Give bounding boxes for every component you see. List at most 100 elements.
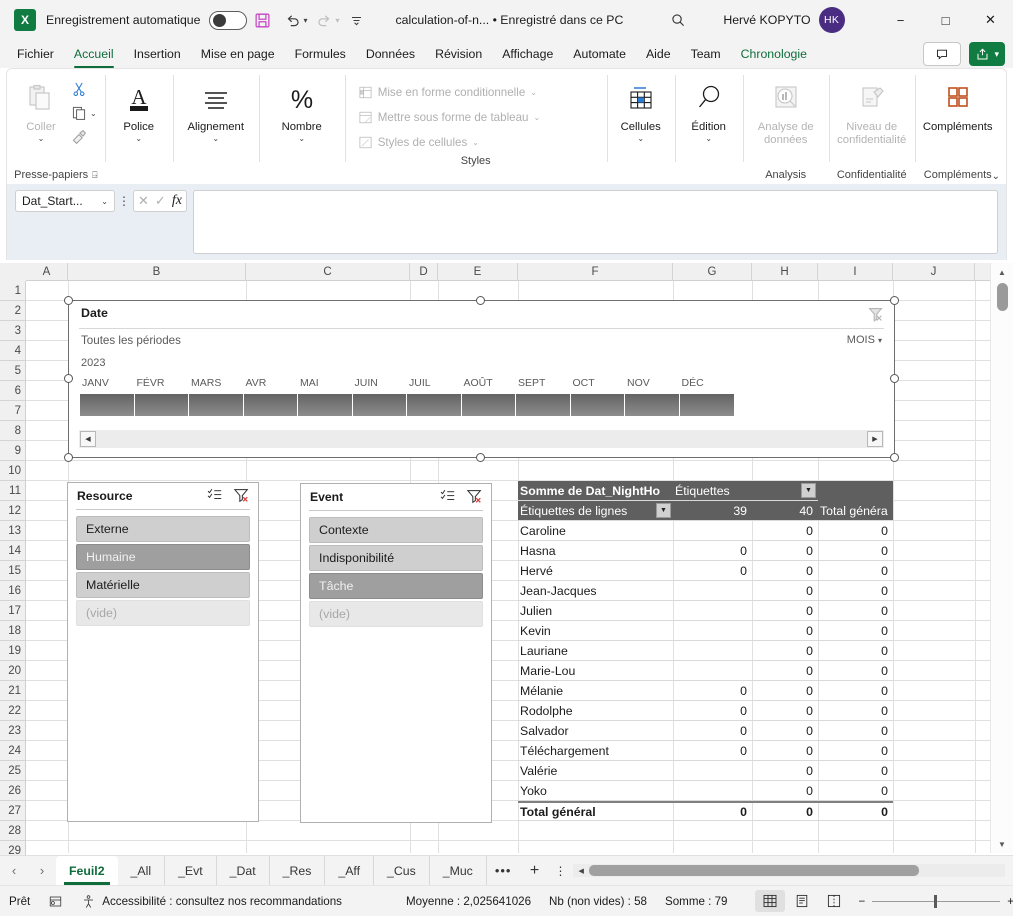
row-header-3[interactable]: 3 — [0, 321, 26, 341]
timeline-bar-août[interactable] — [461, 394, 516, 416]
resize-handle-w[interactable] — [64, 374, 73, 383]
tab-aide[interactable]: Aide — [637, 44, 680, 64]
tab-mise-en-page[interactable]: Mise en page — [192, 44, 284, 64]
column-header-F[interactable]: F — [518, 263, 673, 281]
cut-button[interactable] — [69, 77, 99, 101]
cells-dropdown-icon[interactable]: ⌄ — [637, 134, 644, 144]
copy-button[interactable]: ⌄ — [69, 101, 99, 125]
scroll-up-icon[interactable]: ▲ — [991, 263, 1013, 281]
sheet-tab-cus[interactable]: _Cus — [374, 855, 430, 886]
minimize-button[interactable]: − — [878, 0, 923, 40]
slicer-item-vide[interactable]: (vide) — [309, 601, 483, 627]
slicer-item-matérielle[interactable]: Matérielle — [76, 572, 250, 598]
clear-filter-icon[interactable] — [466, 489, 483, 509]
timeline-bar-avr[interactable] — [243, 394, 298, 416]
hscroll-thumb[interactable] — [589, 865, 920, 876]
row-header-4[interactable]: 4 — [0, 341, 26, 361]
pivot-row[interactable]: Hervé 0 0 0 — [518, 561, 893, 581]
row-header-11[interactable]: 11 — [0, 481, 26, 501]
pivot-table[interactable]: Somme de Dat_NightHo Étiquettes ▼ Étiquette… — [518, 481, 893, 821]
row-header-20[interactable]: 20 — [0, 661, 26, 681]
scroll-right-icon[interactable]: ▶ — [867, 431, 883, 447]
row-header-13[interactable]: 13 — [0, 521, 26, 541]
resize-handle-ne[interactable] — [890, 296, 899, 305]
slicer-item-contexte[interactable]: Contexte — [309, 517, 483, 543]
copy-dropdown-icon[interactable]: ⌄ — [90, 109, 97, 118]
row-header-12[interactable]: 12 — [0, 501, 26, 521]
row-header-28[interactable]: 28 — [0, 821, 26, 841]
record-macro-icon[interactable] — [39, 894, 72, 909]
pivot-row[interactable]: Hasna 0 0 0 — [518, 541, 893, 561]
timeline-bars[interactable] — [80, 394, 734, 416]
page-layout-view-icon[interactable] — [787, 890, 817, 912]
row-header-15[interactable]: 15 — [0, 561, 26, 581]
column-header-I[interactable]: I — [818, 263, 893, 281]
paste-button[interactable]: Coller ⌄ — [13, 73, 69, 167]
conditional-formatting-dropdown-icon[interactable]: ⌄ — [530, 88, 537, 97]
sheet-tab-evt[interactable]: _Evt — [165, 855, 217, 886]
row-header-17[interactable]: 17 — [0, 601, 26, 621]
normal-view-icon[interactable] — [754, 890, 785, 912]
timeline-bar-déc[interactable] — [679, 394, 734, 416]
formula-input[interactable] — [192, 190, 998, 254]
column-header-C[interactable]: C — [246, 263, 410, 281]
sheet-tab-dat[interactable]: _Dat — [217, 855, 270, 886]
pivot-row[interactable]: Marie-Lou 0 0 — [518, 661, 893, 681]
format-as-table-dropdown-icon[interactable]: ⌄ — [534, 113, 541, 122]
zoom-slider-thumb[interactable] — [934, 894, 938, 908]
next-sheet-icon[interactable]: › — [28, 856, 56, 886]
addins-button[interactable]: Compléments — [921, 73, 995, 167]
slicer-item-vide[interactable]: (vide) — [76, 600, 250, 626]
pivot-row[interactable]: Téléchargement 0 0 0 — [518, 741, 893, 761]
undo-dropdown-icon[interactable]: ▾ — [303, 16, 307, 25]
row-header-9[interactable]: 9 — [0, 441, 26, 461]
format-as-table-button[interactable]: Mettre sous forme de tableau ⌄ — [355, 106, 607, 128]
column-header-A[interactable]: A — [26, 263, 68, 281]
vertical-scrollbar[interactable]: ▲ ▼ — [990, 263, 1013, 853]
slicer-item-externe[interactable]: Externe — [76, 516, 250, 542]
multi-select-icon[interactable] — [207, 488, 223, 508]
timeline-bar-janv[interactable] — [80, 394, 135, 416]
paste-dropdown-icon[interactable]: ⌄ — [38, 134, 45, 144]
accessibility-status[interactable]: Accessibilité : consultez nos recommanda… — [72, 894, 351, 909]
sensitivity-button[interactable]: Niveau de confidentialité — [835, 73, 909, 167]
chevron-down-icon[interactable]: ⌄ — [101, 197, 108, 206]
clear-filter-icon[interactable] — [233, 488, 250, 508]
slicer-event[interactable]: Event Contexte Indisponibilité Tâche (vi… — [300, 483, 492, 823]
dialog-launcher-icon[interactable]: ⍈ — [92, 167, 97, 184]
scroll-left-icon[interactable]: ◀ — [80, 431, 96, 447]
timeline-bar-sept[interactable] — [516, 394, 571, 416]
timeline-bar-oct[interactable] — [570, 394, 625, 416]
pivot-row[interactable]: Salvador 0 0 0 — [518, 721, 893, 741]
row-header-10[interactable]: 10 — [0, 461, 26, 481]
pivot-row[interactable]: Caroline 0 0 — [518, 521, 893, 541]
conditional-formatting-button[interactable]: Mise en forme conditionnelle ⌄ — [355, 81, 607, 103]
pivot-row[interactable]: Valérie 0 0 — [518, 761, 893, 781]
resize-handle-e[interactable] — [890, 374, 899, 383]
search-icon[interactable] — [661, 7, 695, 33]
row-header-1[interactable]: 1 — [0, 281, 26, 301]
number-button[interactable]: % Nombre ⌄ — [265, 73, 339, 167]
alignment-button[interactable]: Alignement ⌄ — [179, 73, 253, 167]
row-header-27[interactable]: 27 — [0, 801, 26, 821]
autosave-toggle[interactable] — [209, 10, 248, 30]
pivot-row[interactable]: Lauriane 0 0 — [518, 641, 893, 661]
slicer-resource[interactable]: Resource Externe Humaine Matérielle (vid… — [67, 482, 259, 822]
row-header-5[interactable]: 5 — [0, 361, 26, 381]
pivot-row[interactable]: Mélanie 0 0 0 — [518, 681, 893, 701]
status-count[interactable]: Nb (non vides) : 58 — [540, 895, 656, 908]
resize-handle-se[interactable] — [890, 453, 899, 462]
row-header-16[interactable]: 16 — [0, 581, 26, 601]
row-header-25[interactable]: 25 — [0, 761, 26, 781]
zoom-in-icon[interactable]: + — [1007, 895, 1013, 908]
more-sheets-icon[interactable]: ••• — [487, 863, 520, 878]
row-header-23[interactable]: 23 — [0, 721, 26, 741]
row-header-24[interactable]: 24 — [0, 741, 26, 761]
tab-chronologie[interactable]: Chronologie — [732, 44, 816, 64]
pivot-row[interactable]: Julien 0 0 — [518, 601, 893, 621]
confirm-icon[interactable]: ✓ — [155, 193, 166, 209]
timeline-level-selector[interactable]: MOIS ▾ — [847, 334, 882, 346]
cell-styles-dropdown-icon[interactable]: ⌄ — [472, 138, 479, 147]
timeline-bar-juil[interactable] — [407, 394, 462, 416]
tab-revision[interactable]: Révision — [426, 44, 491, 64]
